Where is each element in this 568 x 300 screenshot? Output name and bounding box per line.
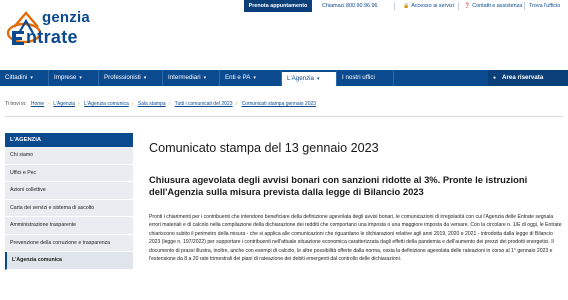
chevron-down-icon: ▾ — [316, 76, 320, 82]
chevron-down-icon: ▾ — [203, 75, 207, 81]
breadcrumb-comunicati-2023[interactable]: Tutti i comunicati del 2023 — [175, 101, 233, 107]
nav-item-professionisti[interactable]: Professionisti ▾ — [99, 70, 163, 86]
breadcrumb: Ti trovi in: Home › L'Agenzia › L'Agenzia … — [5, 101, 316, 110]
find-office-link[interactable]: Trova l'ufficio — [529, 0, 560, 12]
nav-label: Enti e PA — [225, 74, 251, 81]
breadcrumb-comunicati-gennaio-2023[interactable]: Comunicati stampa gennaio 2023 — [242, 101, 317, 107]
sidebar-item-uffici-pec[interactable]: Uffici e Pec — [5, 164, 133, 182]
breadcrumb-home[interactable]: Home — [31, 101, 44, 107]
logo-text-entrate: ntrate — [26, 27, 78, 47]
breadcrumb-sala-stampa[interactable]: Sala stampa — [138, 101, 166, 107]
nav-item-imprese[interactable]: Imprese ▾ — [49, 70, 99, 86]
press-release-body: Pronti i chiarimenti per i contribuenti … — [149, 214, 562, 263]
sidebar-item-amministrazione-trasparente[interactable]: Amministrazione trasparente — [5, 217, 133, 235]
press-release-headline: Chiusura agevolata degli avvisi bonari c… — [149, 174, 528, 197]
nav-item-enti-pa[interactable]: Enti e PA ▾ — [220, 70, 282, 86]
help-label: Contatti e assistenza — [472, 3, 523, 9]
agenzia-entrate-logo[interactable]: genzia ntrate — [4, 3, 154, 51]
chevron-down-icon: ▾ — [253, 75, 256, 81]
sidebar: L'AGENZIA Chi siamo Uffici e Pec Azioni … — [5, 133, 133, 270]
sidebar-item-carta-servizi[interactable]: Carta dei servizi e sistema di ascolto — [5, 199, 133, 217]
nav-item-cittadini[interactable]: Cittadini ▾ — [0, 70, 49, 86]
chevron-down-icon: ▾ — [30, 75, 33, 81]
reserved-area-button[interactable]: ● Area riservata — [488, 70, 568, 86]
breadcrumb-agenzia-comunica[interactable]: L'Agenzia comunica — [84, 101, 129, 107]
nav-item-agenzia[interactable]: L'Agenzia ▾ — [282, 70, 337, 86]
nav-label: I nostri uffici — [342, 74, 375, 81]
call-us-link[interactable]: Chiamaci 800.90.96.96 — [322, 0, 377, 12]
services-access-label: Accesso ai servizi — [411, 3, 455, 9]
lock-icon: 🔒 — [403, 3, 410, 9]
chevron-right-icon: › — [168, 101, 171, 107]
help-link[interactable]: ❓ Contatti e assistenza — [464, 0, 522, 12]
book-appointment-link[interactable]: Prenota appuntamento — [244, 0, 312, 12]
chevron-right-icon: › — [235, 101, 238, 107]
nav-label: Cittadini — [5, 74, 28, 81]
services-access-link[interactable]: 🔒 Accesso ai servizi — [403, 0, 454, 12]
main-content: Comunicato stampa del 13 gennaio 2023 Ch… — [149, 140, 563, 263]
chevron-down-icon: ▾ — [79, 75, 82, 81]
breadcrumb-divider — [5, 116, 563, 117]
sidebar-item-chi-siamo[interactable]: Chi siamo — [5, 147, 133, 165]
help-icon: ❓ — [464, 3, 471, 9]
sidebar-item-azioni-collettive[interactable]: Azioni collettive — [5, 182, 133, 200]
nav-label: Professionisti — [104, 74, 141, 81]
chevron-right-icon: › — [47, 101, 49, 107]
page-title: Comunicato stampa del 13 gennaio 2023 — [149, 141, 379, 155]
sidebar-item-agenzia-comunica[interactable]: L'Agenzia comunica — [5, 252, 133, 270]
logo-text-agenzia: genzia — [42, 9, 90, 26]
nav-label: Imprese — [54, 74, 77, 81]
user-icon: ● — [493, 75, 497, 81]
nav-label: L'Agenzia — [287, 75, 314, 82]
main-navigation: Cittadini ▾ Imprese ▾ Professionisti ▾ Inte… — [0, 70, 568, 86]
chevron-down-icon: ▾ — [143, 75, 147, 81]
chevron-right-icon: › — [78, 101, 80, 107]
nav-item-nostri-uffici[interactable]: I nostri uffici — [337, 70, 394, 86]
reserved-area-label: Area riservata — [502, 74, 544, 81]
nav-label: Intermediari — [168, 74, 201, 81]
breadcrumb-agenzia[interactable]: L'Agenzia — [53, 101, 75, 107]
sidebar-item-prevenzione-corruzione[interactable]: Prevenzione della corruzione e trasparen… — [5, 234, 133, 252]
sidebar-heading: L'AGENZIA — [5, 133, 133, 147]
chevron-right-icon: › — [131, 101, 134, 107]
breadcrumb-prefix: Ti trovi in: — [5, 101, 27, 107]
nav-item-intermediari[interactable]: Intermediari ▾ — [163, 70, 220, 86]
